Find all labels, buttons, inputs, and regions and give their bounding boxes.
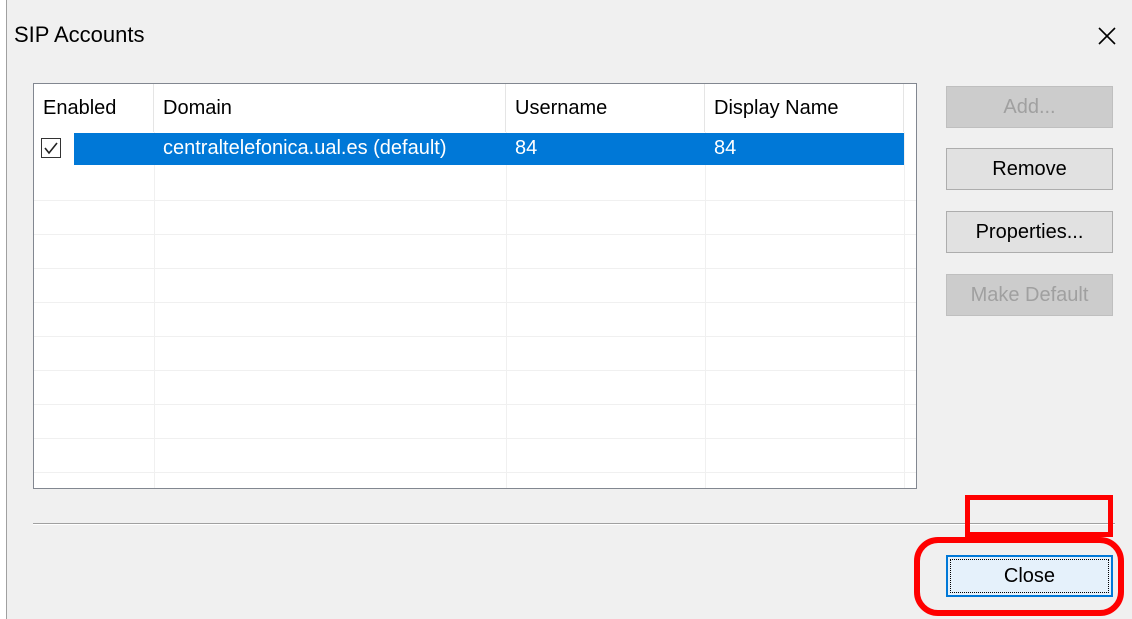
annotation-rectangle (965, 495, 1113, 537)
grid-line (34, 200, 916, 201)
grid-line (34, 370, 916, 371)
properties-button[interactable]: Properties... (946, 211, 1113, 253)
annotation-highlight (914, 537, 1124, 616)
grid-line (34, 302, 916, 303)
grid-line (34, 234, 916, 235)
grid-line (34, 472, 916, 473)
column-header-username[interactable]: Username (506, 84, 705, 132)
cell-username: 84 (515, 137, 538, 159)
grid-line (34, 336, 916, 337)
cell-domain: centraltelefonica.ual.es (default) (163, 137, 447, 159)
dialog-title: SIP Accounts (14, 22, 145, 47)
column-header-enabled[interactable]: Enabled (34, 84, 154, 132)
close-icon[interactable] (1092, 18, 1122, 52)
grid-line (705, 132, 706, 488)
make-default-button[interactable]: Make Default (946, 274, 1113, 316)
add-button[interactable]: Add... (946, 86, 1113, 128)
grid-line (34, 404, 916, 405)
separator (33, 523, 1115, 525)
grid-line (506, 132, 507, 488)
grid-line (34, 268, 916, 269)
sip-accounts-list[interactable]: Enabled Domain Username Display Name cen… (33, 83, 917, 489)
table-row[interactable]: centraltelefonica.ual.es (default) 84 84 (34, 132, 904, 166)
grid-line (34, 438, 916, 439)
list-header: Enabled Domain Username Display Name (34, 84, 916, 132)
column-header-domain[interactable]: Domain (154, 84, 506, 132)
column-header-display-name[interactable]: Display Name (705, 84, 904, 132)
enabled-checkbox[interactable] (41, 138, 61, 158)
grid-line (904, 132, 905, 488)
remove-button[interactable]: Remove (946, 148, 1113, 190)
cell-display-name: 84 (714, 137, 737, 159)
window-left-edge (0, 0, 7, 619)
checkmark-icon (44, 142, 58, 155)
grid-line (154, 132, 155, 488)
